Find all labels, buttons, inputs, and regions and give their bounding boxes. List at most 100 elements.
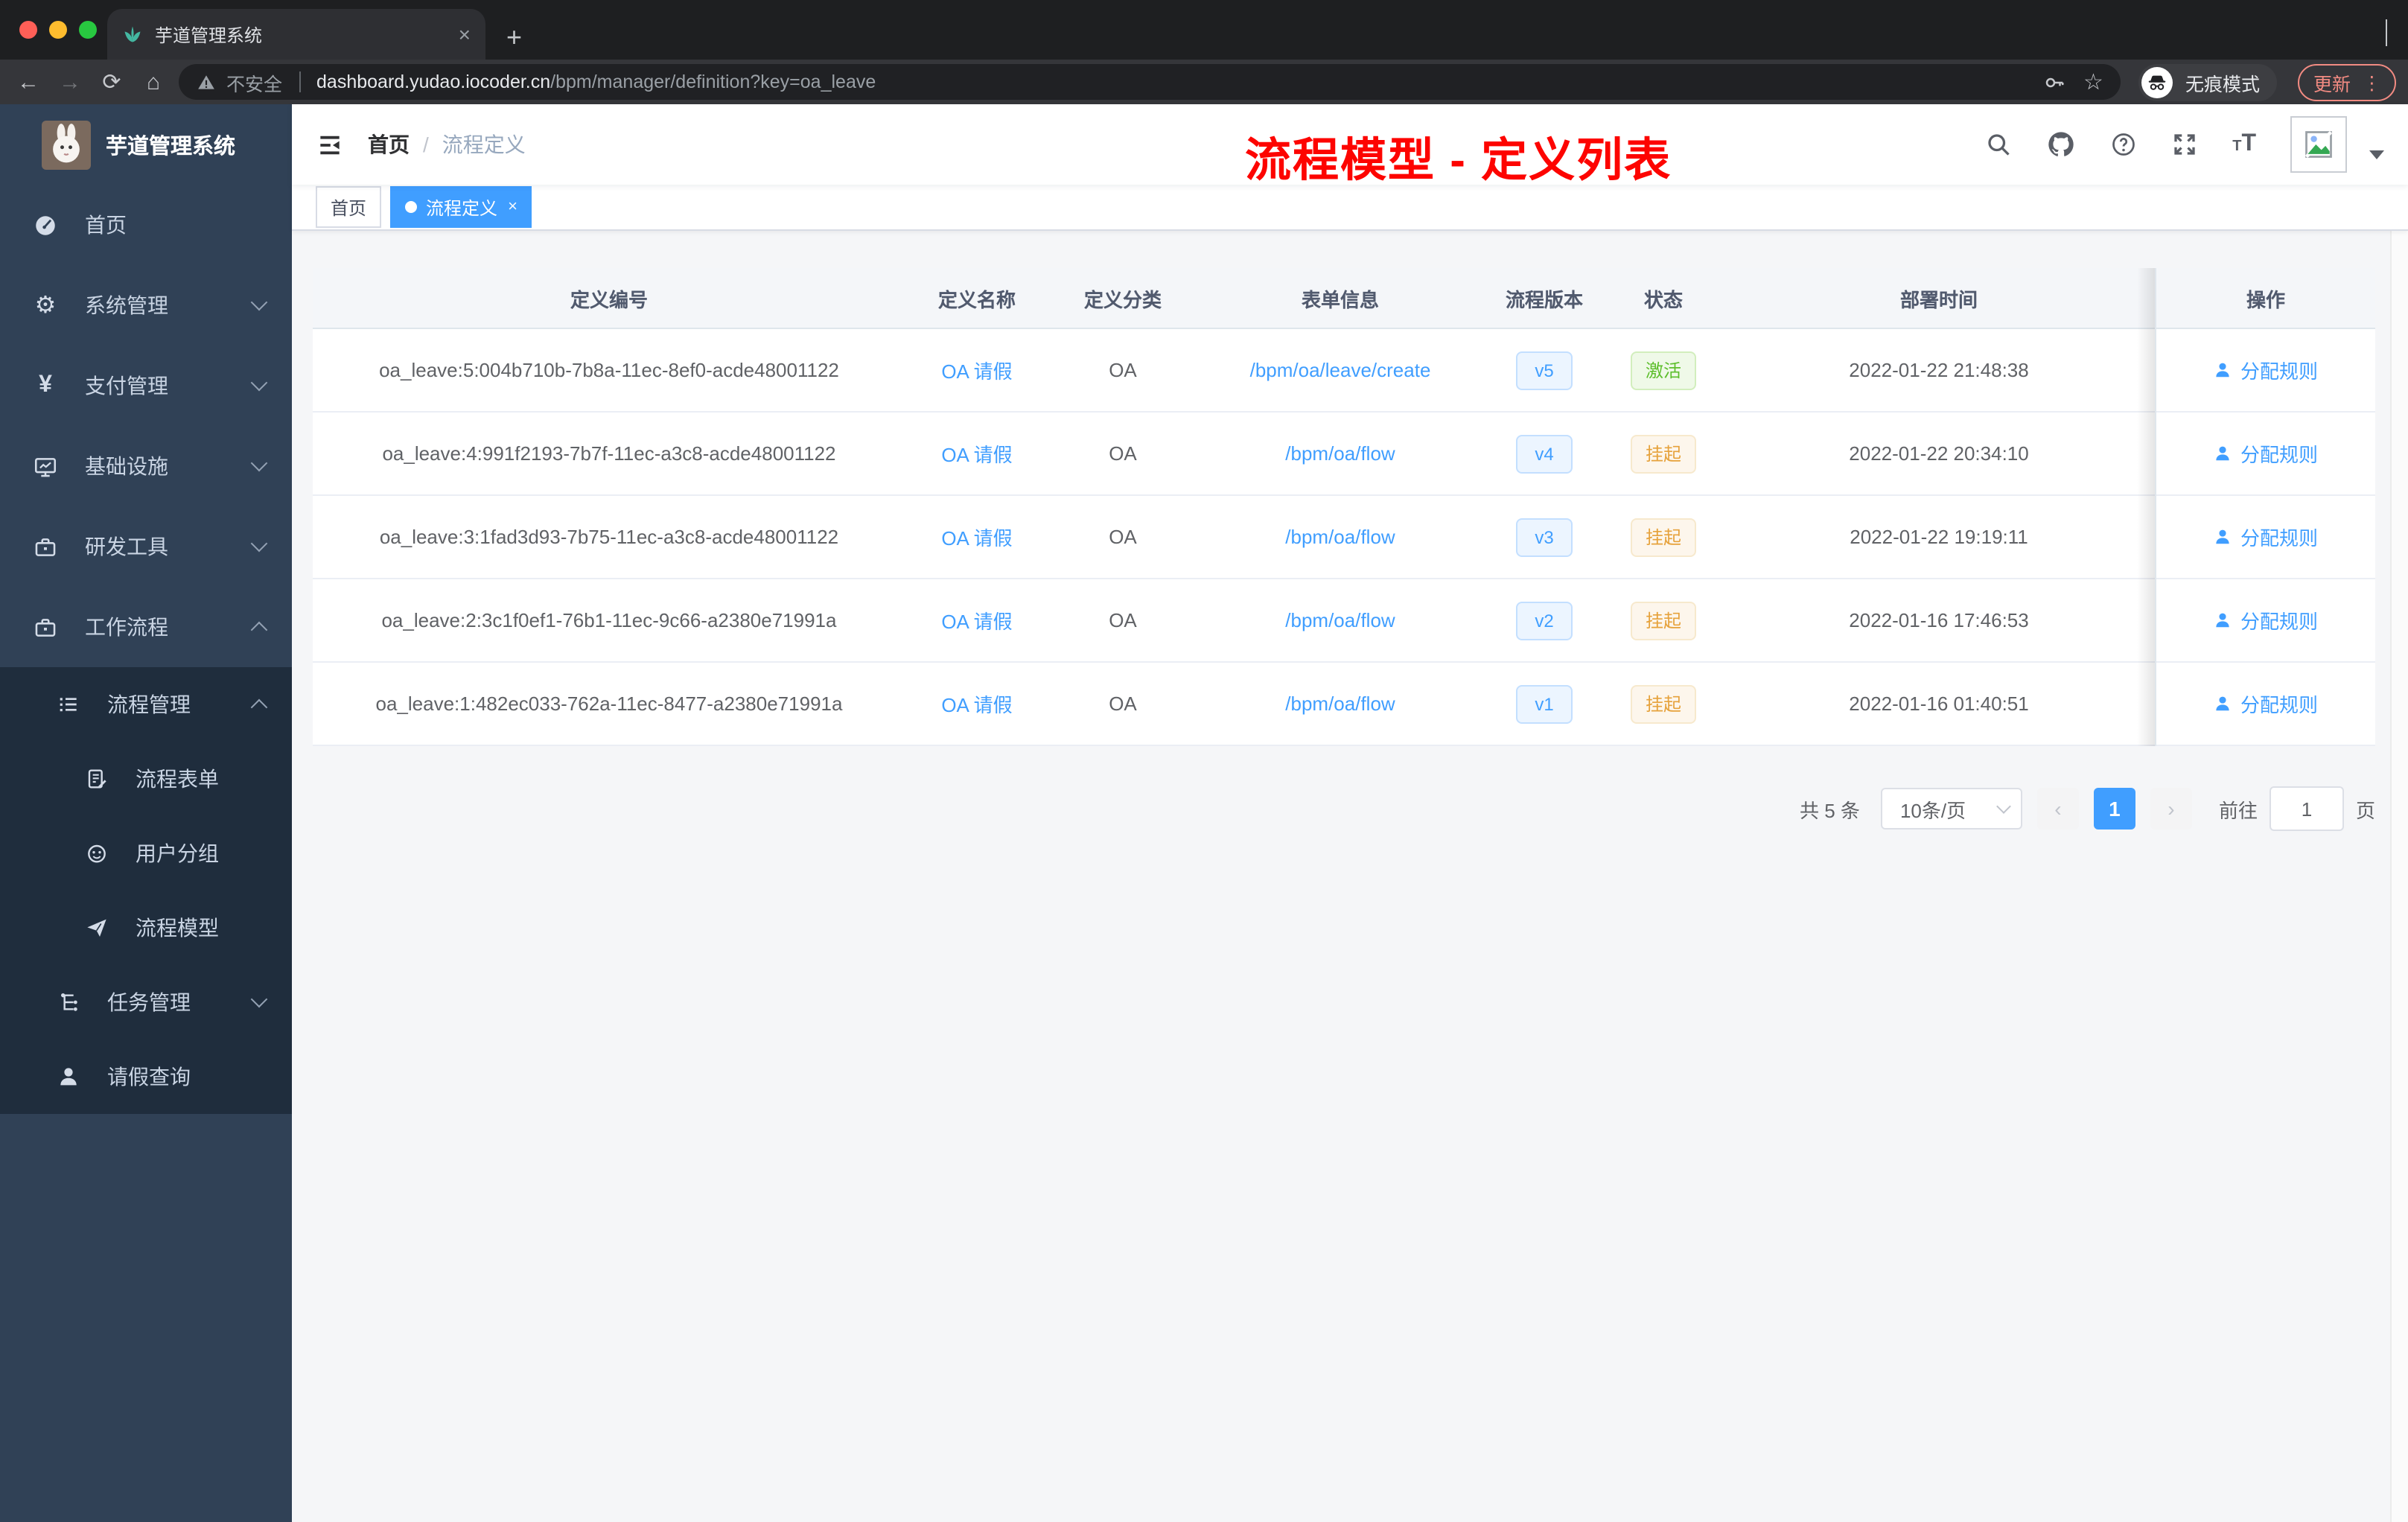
sidebar-item-infra[interactable]: 基础设施 bbox=[0, 426, 292, 506]
browser-update-button[interactable]: 更新 ⋮ bbox=[2298, 63, 2396, 101]
definition-category: OA bbox=[1109, 692, 1137, 715]
assign-rule-link[interactable]: 分配规则 bbox=[2214, 439, 2318, 468]
tab-title: 芋道管理系统 bbox=[155, 25, 263, 45]
key-icon[interactable] bbox=[2043, 71, 2065, 93]
fullscreen-icon[interactable] bbox=[2171, 131, 2198, 158]
page-size-select[interactable]: 10条/页 bbox=[1880, 788, 2022, 830]
tab-search-chevron-icon[interactable] bbox=[2386, 19, 2387, 46]
window-close-button[interactable] bbox=[19, 21, 37, 39]
incognito-badge: 无痕模式 bbox=[2138, 63, 2278, 101]
workflow-submenu: 流程管理 流程表单 用户分组 流程模型 任务管理 请假查询 bbox=[0, 667, 292, 1114]
help-icon[interactable] bbox=[2110, 131, 2137, 158]
avatar[interactable] bbox=[2290, 116, 2347, 173]
address-bar[interactable]: 不安全 dashboard.yudao.iocoder.cn/bpm/manag… bbox=[179, 64, 2121, 100]
sidebar-item-home[interactable]: 首页 bbox=[0, 185, 292, 265]
column-header: 部署时间 bbox=[1899, 288, 1978, 311]
pagination: 共 5 条 10条/页 ‹ 1 › 前往 页 bbox=[313, 786, 2375, 831]
url-text: dashboard.yudao.iocoder.cn/bpm/manager/d… bbox=[316, 71, 876, 92]
definition-name-link[interactable]: OA 请假 bbox=[941, 690, 1012, 718]
logo-rabbit-avatar bbox=[42, 120, 91, 169]
status-badge: 挂起 bbox=[1630, 518, 1696, 556]
breadcrumb-home[interactable]: 首页 bbox=[368, 130, 410, 159]
document-edit-icon bbox=[82, 767, 110, 791]
sidebar-fold-icon[interactable] bbox=[316, 130, 344, 159]
back-button[interactable]: ← bbox=[12, 69, 45, 95]
column-header: 流程版本 bbox=[1505, 288, 1583, 311]
sidebar-item-system[interactable]: ⚙ 系统管理 bbox=[0, 265, 292, 346]
sidebar-item-process-management[interactable]: 流程管理 bbox=[0, 667, 292, 742]
bookmark-star-icon[interactable]: ☆ bbox=[2083, 69, 2103, 95]
definition-name-link[interactable]: OA 请假 bbox=[941, 356, 1012, 384]
sidebar-item-leave-query[interactable]: 请假查询 bbox=[0, 1039, 292, 1114]
definition-name-link[interactable]: OA 请假 bbox=[941, 606, 1012, 634]
form-link[interactable]: /bpm/oa/leave/create bbox=[1250, 359, 1431, 381]
sidebar-item-label: 首页 bbox=[85, 213, 127, 237]
search-icon[interactable] bbox=[1985, 131, 2012, 158]
sidebar-item-process-form[interactable]: 流程表单 bbox=[0, 742, 292, 816]
face-icon bbox=[82, 841, 110, 865]
tag-home[interactable]: 首页 bbox=[316, 186, 382, 228]
table-row: oa_leave:1:482ec033-762a-11ec-8477-a2380… bbox=[313, 663, 2375, 746]
security-warning-icon bbox=[197, 72, 216, 92]
definition-name-link[interactable]: OA 请假 bbox=[941, 439, 1012, 468]
status-badge: 激活 bbox=[1630, 351, 1696, 389]
next-page-button[interactable]: › bbox=[2150, 788, 2192, 830]
sidebar-item-label: 用户分组 bbox=[136, 841, 219, 865]
goto-page-input[interactable] bbox=[2269, 786, 2344, 831]
update-label: 更新 bbox=[2313, 74, 2351, 95]
sidebar-item-payment[interactable]: ¥ 支付管理 bbox=[0, 346, 292, 426]
assign-rule-link[interactable]: 分配规则 bbox=[2214, 356, 2318, 384]
tag-close-icon[interactable]: × bbox=[508, 198, 517, 216]
browser-menu-icon[interactable]: ⋮ bbox=[2363, 71, 2381, 93]
version-badge: v4 bbox=[1516, 434, 1573, 473]
app-title: 芋道管理系统 bbox=[106, 135, 235, 159]
sidebar-item-label: 任务管理 bbox=[107, 990, 191, 1014]
status-badge: 挂起 bbox=[1630, 434, 1696, 473]
sidebar-menu: 首页 ⚙ 系统管理 ¥ 支付管理 基础设施 研发工具 工作流程 流程管理 流程表… bbox=[0, 185, 292, 1114]
github-icon[interactable] bbox=[2046, 130, 2076, 159]
security-label: 不安全 bbox=[226, 74, 283, 95]
process-definition-table: 定义编号 定义名称 定义分类 表单信息 流程版本 状态 部署时间 操作 oa_l… bbox=[313, 268, 2375, 746]
definition-category: OA bbox=[1109, 359, 1137, 381]
dashboard-icon bbox=[31, 212, 60, 238]
page-number-button[interactable]: 1 bbox=[2093, 788, 2135, 830]
new-tab-button[interactable]: + bbox=[506, 24, 522, 51]
definition-name-link[interactable]: OA 请假 bbox=[941, 523, 1012, 551]
sidebar-item-devtools[interactable]: 研发工具 bbox=[0, 506, 292, 587]
forward-button[interactable]: → bbox=[54, 69, 86, 95]
font-size-icon[interactable]: TT bbox=[2232, 131, 2256, 158]
sidebar-item-process-model[interactable]: 流程模型 bbox=[0, 891, 292, 965]
tab-close-icon[interactable]: × bbox=[459, 22, 471, 46]
sidebar-logo[interactable]: 芋道管理系统 bbox=[0, 104, 292, 185]
version-badge: v5 bbox=[1516, 351, 1573, 389]
assign-rule-link[interactable]: 分配规则 bbox=[2214, 690, 2318, 718]
window-minimize-button[interactable] bbox=[49, 21, 67, 39]
home-button[interactable]: ⌂ bbox=[137, 69, 170, 95]
form-link[interactable]: /bpm/oa/flow bbox=[1285, 609, 1395, 631]
form-link[interactable]: /bpm/oa/flow bbox=[1285, 526, 1395, 548]
divider bbox=[299, 71, 301, 92]
sidebar: 芋道管理系统 首页 ⚙ 系统管理 ¥ 支付管理 基础设施 研发工具 工作流程 流… bbox=[0, 104, 292, 1522]
breadcrumb: 首页 / 流程定义 bbox=[368, 130, 526, 159]
browser-tab[interactable]: 芋道管理系统 × bbox=[107, 9, 485, 60]
prev-page-button[interactable]: ‹ bbox=[2036, 788, 2079, 830]
person-icon bbox=[2214, 444, 2233, 463]
form-link[interactable]: /bpm/oa/flow bbox=[1285, 692, 1395, 715]
chevron-up-icon bbox=[250, 621, 268, 639]
person-icon bbox=[2214, 611, 2233, 630]
scrollbar[interactable] bbox=[2390, 231, 2408, 1522]
sidebar-item-workflow[interactable]: 工作流程 bbox=[0, 587, 292, 667]
assign-rule-link[interactable]: 分配规则 bbox=[2214, 606, 2318, 634]
form-link[interactable]: /bpm/oa/flow bbox=[1285, 442, 1395, 465]
reload-button[interactable]: ⟳ bbox=[95, 69, 128, 95]
person-icon bbox=[2214, 527, 2233, 547]
sidebar-item-user-group[interactable]: 用户分组 bbox=[0, 816, 292, 891]
deploy-time: 2022-01-22 20:34:10 bbox=[1849, 442, 2029, 465]
sidebar-item-task-management[interactable]: 任务管理 bbox=[0, 965, 292, 1039]
tag-process-definition[interactable]: 流程定义 × bbox=[390, 186, 532, 228]
assign-rule-link[interactable]: 分配规则 bbox=[2214, 523, 2318, 551]
page-content: 定义编号 定义名称 定义分类 表单信息 流程版本 状态 部署时间 操作 oa_l… bbox=[292, 231, 2408, 1522]
chevron-up-icon bbox=[250, 698, 268, 716]
avatar-caret-icon[interactable] bbox=[2369, 150, 2384, 159]
window-zoom-button[interactable] bbox=[79, 21, 97, 39]
